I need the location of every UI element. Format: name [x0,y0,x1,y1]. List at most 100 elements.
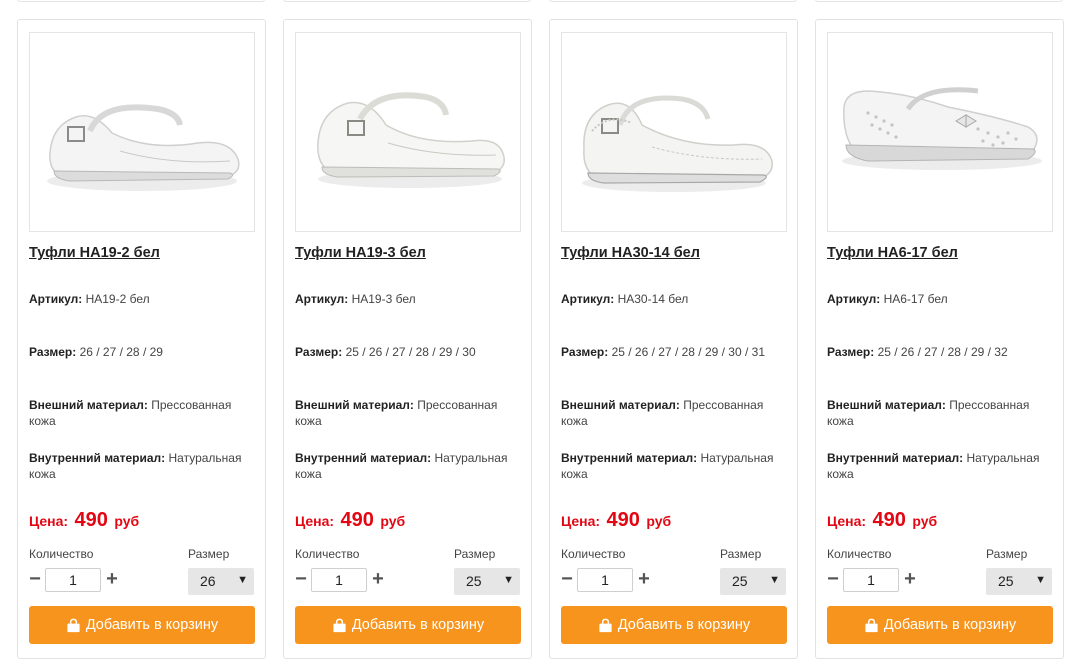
product-sizes: Размер: 26 / 27 / 28 / 29 [29,345,261,361]
product-image[interactable] [827,32,1053,232]
add-to-cart-label: Добавить в корзину [351,617,485,633]
previous-row-edge [0,0,1080,2]
plus-icon[interactable]: + [370,569,386,589]
product-card: Туфли НА30-14 бел Артикул: НА30-14 бел Р… [549,19,798,659]
sizes-label: Размер: [29,345,77,359]
article-label: Артикул: [295,292,349,306]
product-image[interactable] [29,32,255,232]
product-title-link[interactable]: Туфли НА19-2 бел [29,245,259,261]
quantity-input[interactable] [577,568,633,592]
size-select-label: Размер [454,547,496,561]
plus-icon[interactable]: + [636,569,652,589]
quantity-input[interactable] [311,568,367,592]
product-image[interactable] [295,32,521,232]
quantity-label: Количество [561,547,626,561]
add-to-cart-label: Добавить в корзину [85,617,219,633]
quantity-input[interactable] [45,568,101,592]
size-select-label: Размер [188,547,230,561]
size-select-label: Размер [720,547,762,561]
product-article: Артикул: НА19-2 бел [29,292,261,308]
previous-card-edge [549,0,797,2]
caret-down-icon: ▼ [503,574,514,586]
caret-down-icon: ▼ [237,574,248,586]
product-inner-material: Внутренний материал: Натуральная кожа [29,451,261,482]
plus-icon[interactable]: + [902,569,918,589]
sizes-value: 25 / 26 / 27 / 28 / 29 / 30 [345,345,476,359]
add-to-cart-label: Добавить в корзину [883,617,1017,633]
size-select[interactable]: 25 ▼ [986,568,1052,595]
product-title-link[interactable]: Туфли НА6-17 бел [827,245,1057,261]
product-card: Туфли НА19-2 бел Артикул: НА19-2 бел Раз… [17,19,266,659]
price-label: Цена: [295,513,335,529]
price-value: 490 [74,509,108,531]
quantity-input[interactable] [843,568,899,592]
price-currency: руб [646,513,672,529]
sizes-label: Размер: [561,345,609,359]
size-select[interactable]: 25 ▼ [454,568,520,595]
size-select[interactable]: 25 ▼ [720,568,786,595]
inner-material-label: Внутренний материал: [561,451,698,465]
add-to-cart-button[interactable]: Добавить в корзину [295,606,521,644]
plus-icon[interactable]: + [104,569,120,589]
size-select-value: 26 [200,573,216,589]
article-label: Артикул: [29,292,83,306]
inner-material-label: Внутренний материал: [827,451,964,465]
product-price: Цена: 490 руб [295,509,405,532]
product-outer-material: Внешний материал: Прессованная кожа [29,398,261,429]
sizes-value: 26 / 27 / 28 / 29 [79,345,163,359]
inner-material-label: Внутренний материал: [29,451,166,465]
outer-material-label: Внешний материал: [295,398,414,412]
previous-card-edge [815,0,1063,2]
outer-material-label: Внешний материал: [827,398,946,412]
product-inner-material: Внутренний материал: Натуральная кожа [295,451,527,482]
sizes-value: 25 / 26 / 27 / 28 / 29 / 30 / 31 [611,345,766,359]
size-select-value: 25 [466,573,482,589]
price-value: 490 [340,509,374,531]
shoe-image [562,33,786,231]
article-value: НА30-14 бел [617,292,689,306]
article-label: Артикул: [827,292,881,306]
price-label: Цена: [561,513,601,529]
product-title-link[interactable]: Туфли НА30-14 бел [561,245,791,261]
minus-icon[interactable]: − [27,569,43,589]
inner-material-label: Внутренний материал: [295,451,432,465]
minus-icon[interactable]: − [559,569,575,589]
quantity-label: Количество [827,547,892,561]
product-sizes: Размер: 25 / 26 / 27 / 28 / 29 / 32 [827,345,1059,361]
price-label: Цена: [827,513,867,529]
price-value: 490 [606,509,640,531]
minus-icon[interactable]: − [825,569,841,589]
shoe-image [828,33,1052,231]
price-currency: руб [912,513,938,529]
outer-material-label: Внешний материал: [29,398,148,412]
outer-material-label: Внешний материал: [561,398,680,412]
product-article: Артикул: НА6-17 бел [827,292,1059,308]
shopping-bag-icon [67,618,80,632]
price-value: 490 [872,509,906,531]
add-to-cart-button[interactable]: Добавить в корзину [561,606,787,644]
product-title-link[interactable]: Туфли НА19-3 бел [295,245,525,261]
add-to-cart-button[interactable]: Добавить в корзину [827,606,1053,644]
product-outer-material: Внешний материал: Прессованная кожа [561,398,793,429]
article-value: НА19-3 бел [351,292,416,306]
previous-card-edge [17,0,265,2]
product-outer-material: Внешний материал: Прессованная кожа [827,398,1059,429]
size-select-value: 25 [998,573,1014,589]
product-sizes: Размер: 25 / 26 / 27 / 28 / 29 / 30 / 31 [561,345,793,361]
previous-card-edge [283,0,531,2]
product-card: Туфли НА19-3 бел Артикул: НА19-3 бел Раз… [283,19,532,659]
add-to-cart-label: Добавить в корзину [617,617,751,633]
shoe-image [30,33,254,231]
product-inner-material: Внутренний материал: Натуральная кожа [827,451,1059,482]
price-currency: руб [114,513,140,529]
size-select-value: 25 [732,573,748,589]
sizes-value: 25 / 26 / 27 / 28 / 29 / 32 [877,345,1008,359]
caret-down-icon: ▼ [769,574,780,586]
product-image[interactable] [561,32,787,232]
minus-icon[interactable]: − [293,569,309,589]
add-to-cart-button[interactable]: Добавить в корзину [29,606,255,644]
product-sizes: Размер: 25 / 26 / 27 / 28 / 29 / 30 [295,345,527,361]
quantity-label: Количество [295,547,360,561]
product-inner-material: Внутренний материал: Натуральная кожа [561,451,793,482]
size-select[interactable]: 26 ▼ [188,568,254,595]
